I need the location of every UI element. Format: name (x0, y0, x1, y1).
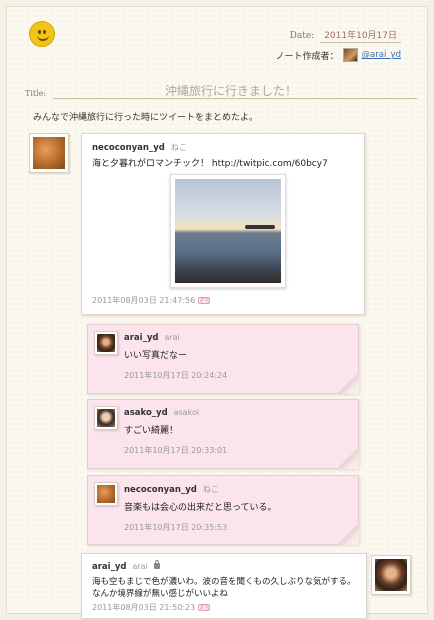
tweet-text: すごい綺麗！ (124, 426, 179, 436)
title-label: Title: (25, 89, 47, 98)
note-page: Date: 2011年10月17日 ノート作成者： @arai_yd Title… (6, 6, 428, 619)
tweet-card: necoconyan_yd ねこ 音楽もは会心の出来だと思っている。 2011年… (87, 475, 359, 545)
tweet-header: arai_yd arai (124, 333, 348, 343)
tweet-card: arai_yd arai いい写真だなー 2011年10月17日 20:24:2… (87, 324, 359, 394)
cat-avatar-image (33, 137, 65, 169)
tweet-text: 音楽もは会心の出来だと思っている。 (124, 503, 277, 513)
avatar[interactable] (29, 133, 69, 173)
note-summary: みんなで沖縄旅行に行った時にツイートをまとめたよ。 (33, 113, 259, 123)
tweet-card: asako_yd asakoi すごい綺麗！ 2011年10月17日 20:33… (87, 399, 359, 469)
tweet-timestamp-row: 2011年08月03日 21:47:56 返信 (92, 295, 211, 306)
tweet-text: 海と夕暮れがロマンチック！ http://twitpic.com/60bcy7 (92, 159, 328, 169)
tweet-timestamp-row: 2011年10月17日 20:24:24 (124, 370, 348, 381)
tweet-timestamp-row: 2011年10月17日 20:33:01 (124, 445, 348, 456)
tweet-header: necoconyan_yd ねこ (92, 142, 354, 153)
cat-avatar-image (97, 485, 115, 503)
page-title: 沖縄旅行に行きました！ (165, 84, 298, 98)
tweet-timestamp[interactable]: 2011年08月03日 21:47:56 (92, 295, 195, 306)
date-value: 2011年10月17日 (320, 28, 401, 43)
avatar[interactable] (94, 406, 118, 430)
tweet-text: 海も空もまじで色が濃いわ。波の音を聞くもの久しぶりな気がする。なんか境界線が無い… (92, 577, 356, 599)
tweet-display-name: ねこ (202, 485, 219, 494)
author-row: ノート作成者： @arai_yd (276, 48, 401, 62)
tweet-header: arai_yd arai (92, 560, 356, 572)
tweet-username[interactable]: necoconyan_yd (92, 143, 165, 153)
tweet-timestamp[interactable]: 2011年10月17日 20:33:01 (124, 445, 227, 456)
arai-avatar-image (375, 559, 407, 591)
reply-icon[interactable]: 返信 (198, 604, 211, 611)
avatar[interactable] (94, 482, 118, 506)
arai-avatar-image (97, 334, 115, 352)
tweet-display-name: ねこ (170, 143, 187, 152)
tweet-header: asako_yd asakoi (124, 408, 348, 418)
tweet-timestamp[interactable]: 2011年08月03日 21:50:23 (92, 602, 195, 613)
reply-icon[interactable]: 返信 (198, 297, 211, 304)
tweet-username[interactable]: arai_yd (124, 333, 158, 343)
tweet-timestamp-row: 2011年08月03日 21:50:23 返信 (92, 602, 356, 613)
avatar[interactable] (94, 331, 118, 355)
sunset-sea-image (175, 179, 281, 283)
tweet-text: いい写真だなー (124, 351, 188, 361)
tweet-display-name: arai (164, 333, 180, 342)
tweet-card: arai_yd arai 海も空もまじで色が濃いわ。波の音を聞くもの久しぶりな気… (81, 553, 367, 619)
title-row: Title: 沖縄旅行に行きました！ (25, 81, 417, 101)
avatar[interactable] (371, 555, 411, 595)
tweet-timestamp-row: 2011年10月17日 20:35:53 (124, 522, 348, 533)
asako-avatar-image (97, 409, 115, 427)
date-label: Date: (289, 31, 315, 41)
tweet-timestamp[interactable]: 2011年10月17日 20:24:24 (124, 370, 227, 381)
smiley-icon (29, 21, 55, 47)
tweet-header: necoconyan_yd ねこ (124, 484, 348, 495)
tweet-display-name: arai (132, 562, 148, 571)
author-label: ノート作成者： (275, 51, 339, 62)
tweet-timestamp[interactable]: 2011年10月17日 20:35:53 (124, 522, 227, 533)
author-link[interactable]: @arai_yd (362, 50, 401, 60)
tweet-username[interactable]: asako_yd (124, 408, 168, 418)
tweet-card: necoconyan_yd ねこ 海と夕暮れがロマンチック！ http://tw… (81, 133, 365, 315)
tweet-username[interactable]: arai_yd (92, 562, 126, 572)
tweet-username[interactable]: necoconyan_yd (124, 485, 197, 495)
lock-icon (153, 560, 160, 569)
date-row: Date: 2011年10月17日 (290, 28, 401, 43)
tweet-display-name: asakoi (173, 408, 200, 417)
author-avatar[interactable] (342, 48, 358, 62)
tweet-photo[interactable] (170, 174, 286, 288)
